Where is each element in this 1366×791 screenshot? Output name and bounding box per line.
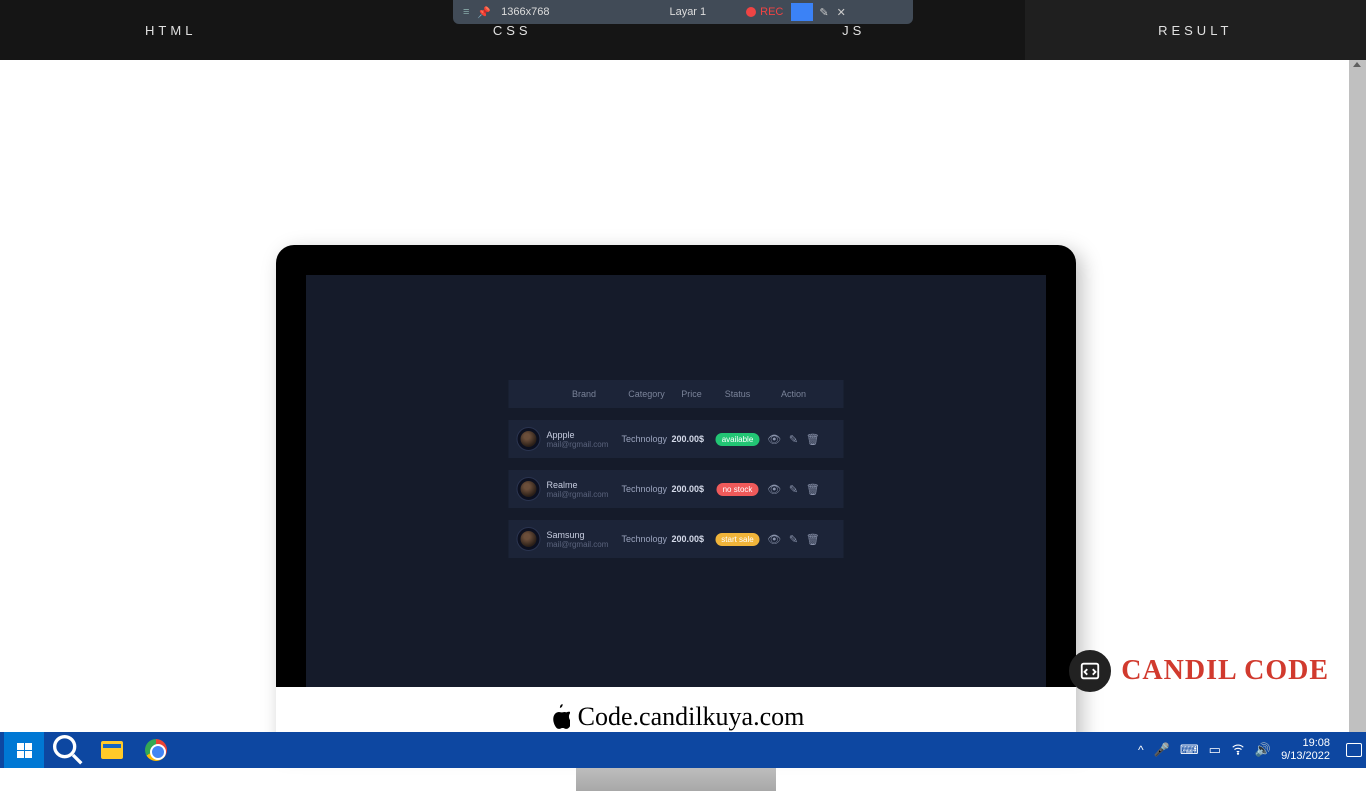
edit-icon[interactable]: ✎ <box>789 483 798 496</box>
apple-icon <box>548 704 570 730</box>
battery-icon[interactable]: ▭ <box>1209 742 1221 758</box>
volume-icon[interactable]: 🔊 <box>1255 742 1271 758</box>
menu-icon[interactable]: ≡ <box>463 6 469 18</box>
delete-icon[interactable]: 🗑 <box>806 533 820 546</box>
table-row: Appple mail@rgmail.com Technology 200.00… <box>509 420 844 458</box>
result-pane: Brand Category Price Status Action Apppl… <box>0 60 1349 732</box>
table-row: Realme mail@rgmail.com Technology 200.00… <box>509 470 844 508</box>
th-brand: Brand <box>547 389 622 399</box>
windows-icon <box>17 743 32 758</box>
start-button[interactable] <box>4 732 44 768</box>
eye-icon[interactable]: 👁 <box>767 483 781 496</box>
delete-icon[interactable]: 🗑 <box>806 433 820 446</box>
candil-watermark: CANDIL CODE <box>1069 650 1329 692</box>
edit-icon[interactable]: ✎ <box>789 533 798 546</box>
close-icon[interactable]: ✕ <box>837 6 846 19</box>
th-category: Category <box>622 389 672 399</box>
record-dot-icon <box>746 7 756 17</box>
recorder-dimensions: 1366x768 <box>501 6 549 18</box>
status-badge: start sale <box>715 533 759 546</box>
windows-taskbar: ^ 🎤 ⌨ ▭ 🔊 19:08 9/13/2022 <box>0 732 1366 768</box>
brand-mail: mail@rgmail.com <box>547 440 622 449</box>
search-button[interactable] <box>48 732 88 768</box>
folder-icon <box>101 741 123 759</box>
table-header: Brand Category Price Status Action <box>509 380 844 408</box>
record-label[interactable]: REC <box>760 6 783 18</box>
status-badge: available <box>716 433 760 446</box>
scrollbar[interactable] <box>1349 60 1366 732</box>
imac-label: Code.candilkuya.com <box>578 702 805 732</box>
th-status: Status <box>712 389 764 399</box>
tab-result[interactable]: RESULT <box>1025 0 1366 60</box>
price-cell: 200.00$ <box>672 534 712 544</box>
edit-icon[interactable]: ✎ <box>789 433 798 446</box>
watermark-text: CANDIL CODE <box>1121 655 1329 687</box>
taskbar-date: 9/13/2022 <box>1281 750 1330 763</box>
avatar <box>517 427 541 451</box>
stop-button[interactable] <box>791 3 813 21</box>
pin-icon[interactable]: 📌 <box>477 6 491 19</box>
code-badge-icon <box>1069 650 1111 692</box>
eye-icon[interactable]: 👁 <box>767 433 781 446</box>
category-cell: Technology <box>622 534 672 544</box>
brand-name: Appple <box>547 430 622 440</box>
brand-name: Realme <box>547 480 622 490</box>
category-cell: Technology <box>622 484 672 494</box>
table-row: Samsung mail@rgmail.com Technology 200.0… <box>509 520 844 558</box>
imac-mockup: Brand Category Price Status Action Apppl… <box>276 245 1076 747</box>
chrome-button[interactable] <box>136 732 176 768</box>
imac-screen: Brand Category Price Status Action Apppl… <box>306 275 1046 687</box>
avatar <box>517 477 541 501</box>
notification-icon[interactable] <box>1346 743 1362 757</box>
status-badge: no stock <box>717 483 759 496</box>
th-price: Price <box>672 389 712 399</box>
chrome-icon <box>145 739 167 761</box>
file-explorer-button[interactable] <box>92 732 132 768</box>
brand-name: Samsung <box>547 530 622 540</box>
category-cell: Technology <box>622 434 672 444</box>
microphone-icon[interactable]: 🎤 <box>1154 742 1170 758</box>
tab-html[interactable]: HTML <box>0 0 342 60</box>
screen-recorder-bar: ≡ 📌 1366x768 Layar 1 REC ✎ ✕ <box>453 0 913 24</box>
product-table: Brand Category Price Status Action Apppl… <box>509 380 844 558</box>
wifi-icon[interactable] <box>1231 742 1245 759</box>
pencil-icon[interactable]: ✎ <box>819 6 828 19</box>
taskbar-clock[interactable]: 19:08 9/13/2022 <box>1281 737 1330 763</box>
brand-mail: mail@rgmail.com <box>547 540 622 549</box>
delete-icon[interactable]: 🗑 <box>806 483 820 496</box>
keyboard-icon[interactable]: ⌨ <box>1180 742 1199 758</box>
brand-mail: mail@rgmail.com <box>547 490 622 499</box>
th-action: Action <box>764 389 824 399</box>
price-cell: 200.00$ <box>672 484 712 494</box>
eye-icon[interactable]: 👁 <box>767 533 781 546</box>
tray-chevron-icon[interactable]: ^ <box>1138 743 1144 757</box>
recorder-layer[interactable]: Layar 1 <box>669 6 706 18</box>
scrollbar-thumb[interactable] <box>1349 60 1366 732</box>
taskbar-time: 19:08 <box>1281 737 1330 750</box>
price-cell: 200.00$ <box>672 434 712 444</box>
avatar <box>517 527 541 551</box>
